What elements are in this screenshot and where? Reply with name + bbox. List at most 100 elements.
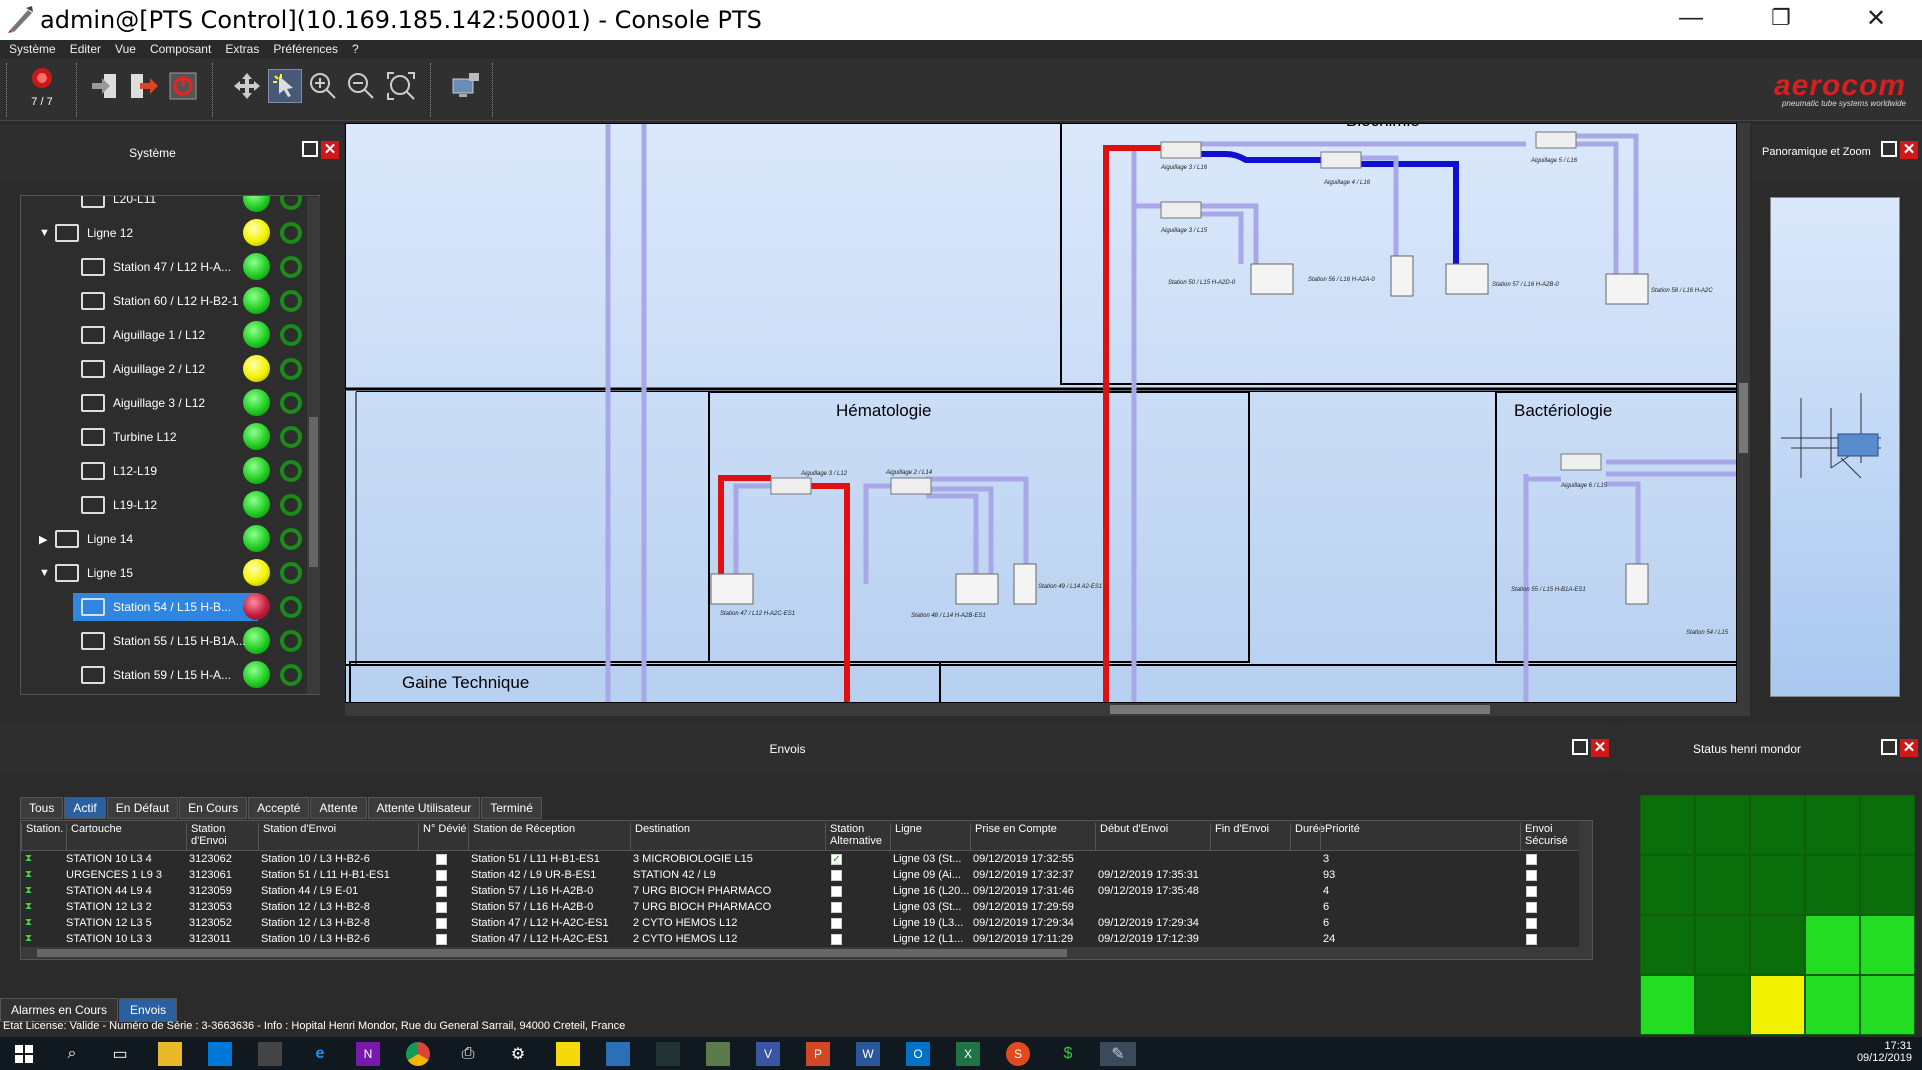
alternative-checkbox[interactable]: [831, 934, 842, 945]
tree-scrollbar[interactable]: [307, 197, 320, 694]
pan-button[interactable]: [230, 69, 264, 103]
chrome-icon[interactable]: [406, 1042, 430, 1066]
devie-checkbox[interactable]: [436, 854, 447, 865]
network-button[interactable]: [448, 69, 482, 103]
menu-systeme[interactable]: Système: [9, 40, 56, 59]
menu-extras[interactable]: Extras: [225, 40, 259, 59]
zoom-in-button[interactable]: [306, 69, 340, 103]
tab-envois[interactable]: Envois: [119, 998, 178, 1022]
tab-actif[interactable]: Actif: [64, 797, 106, 819]
onenote-icon[interactable]: N: [356, 1042, 380, 1066]
expand-arrow-icon[interactable]: ▶: [39, 533, 47, 546]
app-icon[interactable]: S: [1006, 1042, 1030, 1066]
tab-alarmes-en-cours[interactable]: Alarmes en Cours: [0, 998, 119, 1022]
close-panel-icon[interactable]: ✕: [1900, 141, 1918, 159]
column-header[interactable]: Destination: [630, 823, 825, 851]
tree-item[interactable]: Aiguillage 2 / L12: [21, 352, 319, 386]
menu-help[interactable]: ?: [352, 40, 359, 59]
table-row[interactable]: ⧗ STATION 10 L3 4 3123062 Station 10 / L3 H…: [21, 851, 1576, 867]
alternative-checkbox[interactable]: [831, 918, 842, 929]
tree-item[interactable]: Aiguillage 3 / L12: [21, 386, 319, 420]
column-header[interactable]: Station Alternative: [825, 823, 890, 851]
logout-button[interactable]: [126, 69, 160, 103]
windows-start-icon[interactable]: [12, 1042, 36, 1066]
app-icon[interactable]: ⎙: [456, 1042, 480, 1066]
search-icon[interactable]: ⌕: [60, 1042, 84, 1066]
collapse-arrow-icon[interactable]: ▼: [39, 567, 50, 579]
alternative-checkbox[interactable]: ✓: [831, 854, 842, 865]
tab-tous[interactable]: Tous: [20, 797, 64, 819]
alternative-checkbox[interactable]: [831, 902, 842, 913]
column-header[interactable]: Station d'Envoi: [186, 823, 258, 851]
table-row[interactable]: ⧗ STATION 12 L3 5 3123052 Station 12 / L3 H…: [21, 915, 1576, 931]
tree-item[interactable]: ▶ Ligne 14: [21, 522, 319, 556]
tree-item[interactable]: Station 47 / L12 H-A...: [21, 250, 319, 284]
menu-editer[interactable]: Editer: [70, 40, 101, 59]
zoom-out-button[interactable]: [344, 69, 378, 103]
tree-item[interactable]: L19-L12: [21, 488, 319, 522]
menu-vue[interactable]: Vue: [115, 40, 136, 59]
column-header[interactable]: Durée: [1290, 823, 1325, 851]
visio-icon[interactable]: V: [756, 1042, 780, 1066]
app-icon[interactable]: [706, 1042, 730, 1066]
app-icon[interactable]: $: [1056, 1042, 1080, 1066]
edge-icon[interactable]: e: [308, 1042, 332, 1066]
column-header[interactable]: N° Dévié: [418, 823, 468, 851]
column-header[interactable]: Cartouche: [66, 823, 186, 851]
outlook-icon[interactable]: O: [906, 1042, 930, 1066]
securise-checkbox[interactable]: [1526, 918, 1537, 929]
alternative-checkbox[interactable]: [831, 886, 842, 897]
close-panel-icon[interactable]: ✕: [1900, 739, 1918, 757]
tree-item[interactable]: Station 54 / L15 H-B...: [21, 590, 319, 624]
floorplan-diagram[interactable]: Biochimie Hématologie Bactériologie Gain…: [345, 123, 1737, 703]
column-header[interactable]: Station d'Envoi: [258, 823, 418, 851]
table-horizontal-scrollbar[interactable]: [21, 947, 1581, 959]
tab-termine[interactable]: Terminé: [481, 797, 542, 819]
column-header[interactable]: Début d'Envoi: [1095, 823, 1210, 851]
close-panel-icon[interactable]: ✕: [1591, 739, 1609, 757]
minimize-button[interactable]: —: [1660, 0, 1722, 36]
excel-icon[interactable]: X: [956, 1042, 980, 1066]
powerpoint-icon[interactable]: P: [806, 1042, 830, 1066]
alternative-checkbox[interactable]: [831, 870, 842, 881]
tree-item[interactable]: Aiguillage 1 / L12: [21, 318, 319, 352]
power-button[interactable]: [166, 69, 200, 103]
float-panel-icon[interactable]: [1881, 141, 1897, 157]
devie-checkbox[interactable]: [436, 902, 447, 913]
menu-preferences[interactable]: Préférences: [273, 40, 338, 59]
tab-accepte[interactable]: Accepté: [248, 797, 310, 819]
photos-icon[interactable]: [606, 1042, 630, 1066]
table-row[interactable]: ⧗ STATION 44 L9 4 3123059 Station 44 / L9 E…: [21, 883, 1576, 899]
float-panel-icon[interactable]: [302, 141, 318, 157]
store-icon[interactable]: [208, 1042, 232, 1066]
devie-checkbox[interactable]: [436, 870, 447, 881]
panorama-view[interactable]: [1770, 197, 1900, 697]
select-button[interactable]: [268, 69, 302, 103]
sticky-notes-icon[interactable]: [556, 1042, 580, 1066]
securise-checkbox[interactable]: [1526, 934, 1537, 945]
column-header[interactable]: Priorité: [1320, 823, 1520, 851]
word-icon[interactable]: W: [856, 1042, 880, 1066]
diagram-vertical-scrollbar[interactable]: [1737, 123, 1750, 703]
column-header[interactable]: Station.: [21, 823, 66, 851]
table-vertical-scrollbar[interactable]: [1579, 821, 1592, 959]
tree-item[interactable]: L20-L11: [21, 196, 319, 216]
securise-checkbox[interactable]: [1526, 886, 1537, 897]
tree-item[interactable]: Station 60 / L12 H-B2-1: [21, 284, 319, 318]
securise-checkbox[interactable]: [1526, 854, 1537, 865]
float-panel-icon[interactable]: [1881, 739, 1897, 755]
securise-checkbox[interactable]: [1526, 902, 1537, 913]
table-row[interactable]: ⧗ STATION 10 L3 3 3123011 Station 10 / L3 H…: [21, 931, 1576, 947]
devie-checkbox[interactable]: [436, 886, 447, 897]
menu-composant[interactable]: Composant: [150, 40, 211, 59]
float-panel-icon[interactable]: [1572, 739, 1588, 755]
devie-checkbox[interactable]: [436, 934, 447, 945]
diagram-horizontal-scrollbar[interactable]: [345, 703, 1750, 716]
settings-gear-icon[interactable]: ⚙: [506, 1042, 530, 1066]
tree-item[interactable]: Station 55 / L15 H-B1A...: [21, 624, 319, 658]
maximize-button[interactable]: ❐: [1750, 0, 1812, 36]
task-view-icon[interactable]: ▭: [108, 1042, 132, 1066]
tree-item[interactable]: L12-L19: [21, 454, 319, 488]
tab-attente[interactable]: Attente: [310, 797, 367, 819]
table-row[interactable]: ⧗ STATION 12 L3 2 3123053 Station 12 / L3 H…: [21, 899, 1576, 915]
